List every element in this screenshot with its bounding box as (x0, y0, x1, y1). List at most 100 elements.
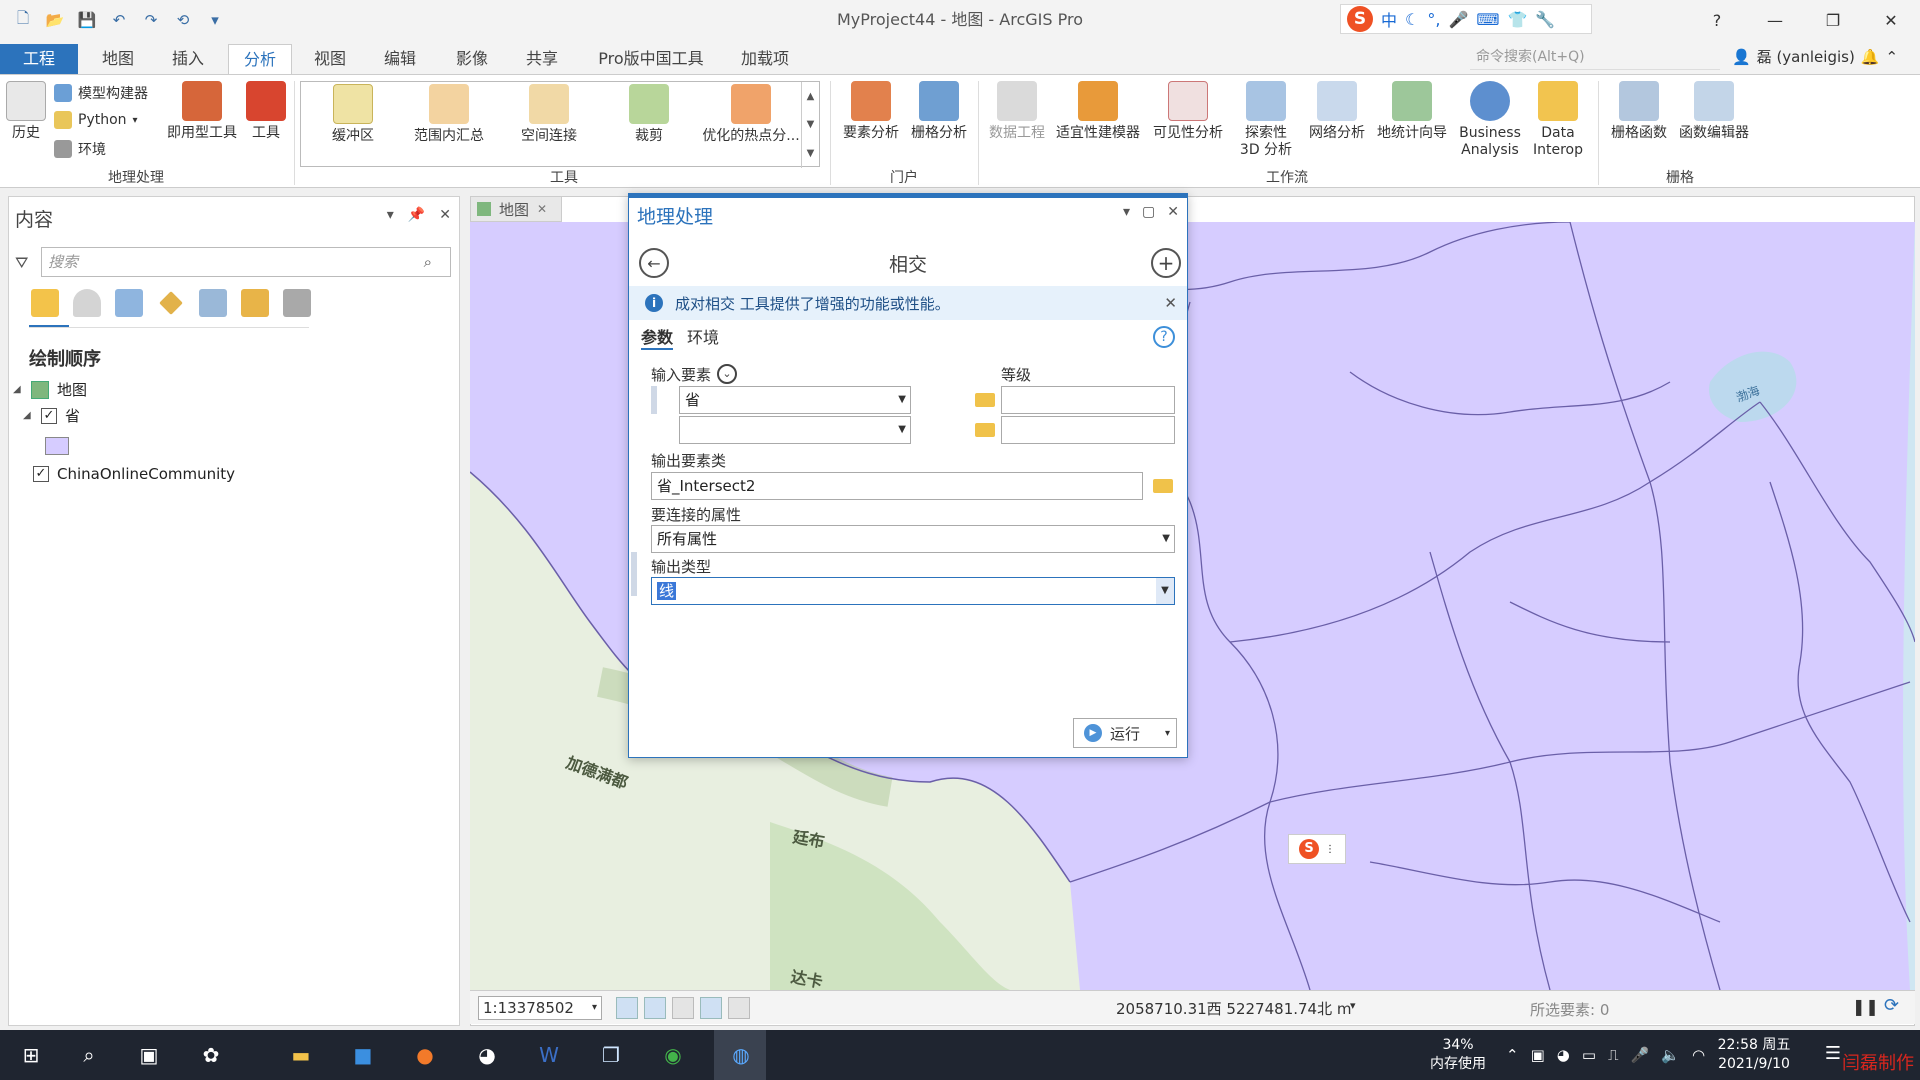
fixed-zoom-icon[interactable] (616, 997, 638, 1019)
open-project-icon[interactable]: 📂 (44, 10, 66, 30)
feature-analysis-button[interactable]: 要素分析 (838, 81, 904, 142)
sogou-logo-icon[interactable]: S (1347, 6, 1373, 32)
history-icon[interactable]: ⟲ (172, 10, 194, 30)
python-button[interactable]: Python ▾ (54, 111, 138, 129)
tab-imagery[interactable]: 影像 (444, 44, 500, 74)
microphone-icon[interactable]: 🎤 (1448, 10, 1468, 29)
app-icon[interactable]: ✿ (196, 1040, 226, 1070)
pane-menu-icon[interactable]: ▾ (387, 207, 394, 223)
output-feature-class-input[interactable]: 省_Intersect2 (651, 472, 1143, 500)
tab-addins[interactable]: 加载项 (732, 44, 798, 74)
layer-visibility-checkbox[interactable]: ✓ (41, 407, 57, 424)
qq-icon[interactable]: ◕ (472, 1040, 502, 1070)
business-analysis-button[interactable]: Business Analysis (1454, 81, 1526, 159)
file-explorer-icon[interactable]: ▬ (286, 1040, 316, 1070)
keyboard-icon[interactable]: ⌨ (1476, 10, 1499, 29)
save-project-icon[interactable]: 💾 (76, 10, 98, 30)
input-features-select-2[interactable]: ▼ (679, 416, 911, 444)
tab-parameters[interactable]: 参数 (641, 324, 674, 350)
history-button[interactable]: 历史 (6, 81, 46, 142)
geostatistical-wizard-button[interactable]: 地统计向导 (1372, 81, 1452, 142)
add-favorite-button[interactable]: + (1151, 248, 1181, 278)
refresh-icon[interactable]: ⟳ (1884, 995, 1899, 1016)
coordinate-dropdown-icon[interactable]: ▾ (1350, 999, 1356, 1012)
collapse-ribbon-icon[interactable]: ⌃ (1886, 44, 1899, 70)
raster-analysis-button[interactable]: 栅格分析 (906, 81, 972, 142)
tab-environments[interactable]: 环境 (687, 324, 719, 350)
pan-icon[interactable] (644, 997, 666, 1019)
spatial-join-tool[interactable]: 空间连接 (501, 84, 597, 145)
model-builder-button[interactable]: 模型构建器 (54, 83, 148, 103)
bell-icon[interactable]: 🔔 (1861, 44, 1880, 70)
volume-icon[interactable]: 🔈 (1661, 1046, 1680, 1065)
help-icon[interactable]: ? (1153, 326, 1175, 348)
province-symbol-swatch[interactable] (45, 437, 69, 455)
filter-icon[interactable]: ⛛ (15, 253, 28, 273)
tray-app-icon[interactable]: ▣ (1531, 1046, 1545, 1065)
summarize-within-tool[interactable]: 范围内汇总 (401, 84, 497, 145)
tree-item-province[interactable]: ◢ ✓ 省 (23, 405, 80, 426)
wifi-icon[interactable]: ◠ (1692, 1046, 1705, 1065)
suitability-modeler-button[interactable]: 适宜性建模器 (1050, 81, 1146, 142)
pause-icon[interactable]: ❚❚ (1852, 997, 1879, 1016)
function-editor-button[interactable]: 函数编辑器 (1674, 81, 1754, 142)
video-app-icon[interactable]: ■ (348, 1040, 378, 1070)
hotspot-tool[interactable]: 优化的热点分... (699, 84, 803, 145)
collapse-icon[interactable]: ◢ (13, 384, 23, 395)
pane-close-icon[interactable]: ✕ (1167, 204, 1179, 220)
wrench-icon[interactable]: 🔧 (1535, 10, 1555, 29)
folder-icon[interactable] (975, 393, 995, 407)
chevron-down-icon[interactable]: ⋮ (1325, 844, 1335, 855)
firefox-icon[interactable]: ● (410, 1040, 440, 1070)
tab-china-tools[interactable]: Pro版中国工具 (588, 44, 714, 74)
tray-chevron-up-icon[interactable]: ⌃ (1506, 1046, 1519, 1065)
sogou-floating-toolbar[interactable]: S ⋮ (1288, 834, 1346, 864)
browser-icon[interactable]: ◉ (658, 1040, 688, 1070)
grid-icon[interactable] (672, 997, 694, 1019)
close-button[interactable]: ✕ (1862, 0, 1920, 40)
chevron-down-icon[interactable]: ▾ (1165, 728, 1170, 739)
info-close-icon[interactable]: ✕ (1164, 294, 1177, 312)
run-button[interactable]: ▶ 运行 ▾ (1073, 718, 1177, 748)
data-engineering-button[interactable]: 数据工程 (984, 81, 1050, 142)
battery-icon[interactable]: ▭ (1582, 1046, 1596, 1065)
tray-qq-icon[interactable]: ◕ (1557, 1046, 1570, 1065)
pane-menu-icon[interactable]: ▾ (1123, 204, 1130, 220)
ime-mode[interactable]: 中 (1381, 7, 1397, 31)
contents-search-input[interactable]: 搜索 ⌕ (41, 247, 451, 277)
north-arrow-icon[interactable] (728, 997, 750, 1019)
tab-view[interactable]: 视图 (302, 44, 358, 74)
maximize-icon[interactable]: ▢ (1142, 204, 1155, 220)
tab-edit[interactable]: 编辑 (372, 44, 428, 74)
tree-item-basemap[interactable]: ✓ ChinaOnlineCommunity (33, 465, 235, 483)
help-button[interactable]: ? (1688, 0, 1746, 40)
pin-icon[interactable]: 📌 (408, 207, 425, 223)
selection-icon[interactable] (115, 289, 143, 317)
tree-item-map[interactable]: ◢ 地图 (13, 379, 87, 400)
map-view-tab[interactable]: 地图 ✕ (470, 196, 562, 222)
user-account[interactable]: 👤 磊 (yanleigis) 🔔 ⌃ (1732, 44, 1898, 70)
network-analysis-button[interactable]: 网络分析 (1304, 81, 1370, 142)
snapping-icon[interactable] (199, 289, 227, 317)
tab-map[interactable]: 地图 (90, 44, 146, 74)
drawing-order-icon[interactable] (31, 289, 59, 317)
ready-tools-button[interactable]: 即用型工具 (160, 81, 244, 142)
task-view-icon[interactable]: ▣ (134, 1040, 164, 1070)
exploratory-3d-button[interactable]: 探索性 3D 分析 (1228, 81, 1304, 159)
tab-insert[interactable]: 插入 (160, 44, 216, 74)
start-icon[interactable]: ⊞ (16, 1040, 46, 1070)
gallery-down-icon[interactable]: ▼ (807, 119, 815, 130)
input-features-select-1[interactable]: 省 ▼ (679, 386, 911, 414)
skin-icon[interactable]: 👕 (1507, 10, 1527, 29)
snapping-icon[interactable] (700, 997, 722, 1019)
restore-button[interactable]: ❐ (1804, 0, 1862, 40)
tab-project[interactable]: 工程 (0, 44, 78, 74)
moon-icon[interactable]: ☾ (1405, 10, 1419, 29)
memory-indicator[interactable]: 34% 内存使用 (1418, 1030, 1498, 1080)
raster-functions-button[interactable]: 栅格函数 (1606, 81, 1672, 142)
command-search-input[interactable]: 命令搜索(Alt+Q) (1470, 44, 1720, 70)
rank-input-1[interactable] (1001, 386, 1175, 414)
gallery-scroll[interactable]: ▲ ▼ ▼ (801, 82, 819, 168)
collapse-icon[interactable]: ◢ (23, 410, 33, 421)
search-icon[interactable]: ⌕ (74, 1040, 104, 1070)
